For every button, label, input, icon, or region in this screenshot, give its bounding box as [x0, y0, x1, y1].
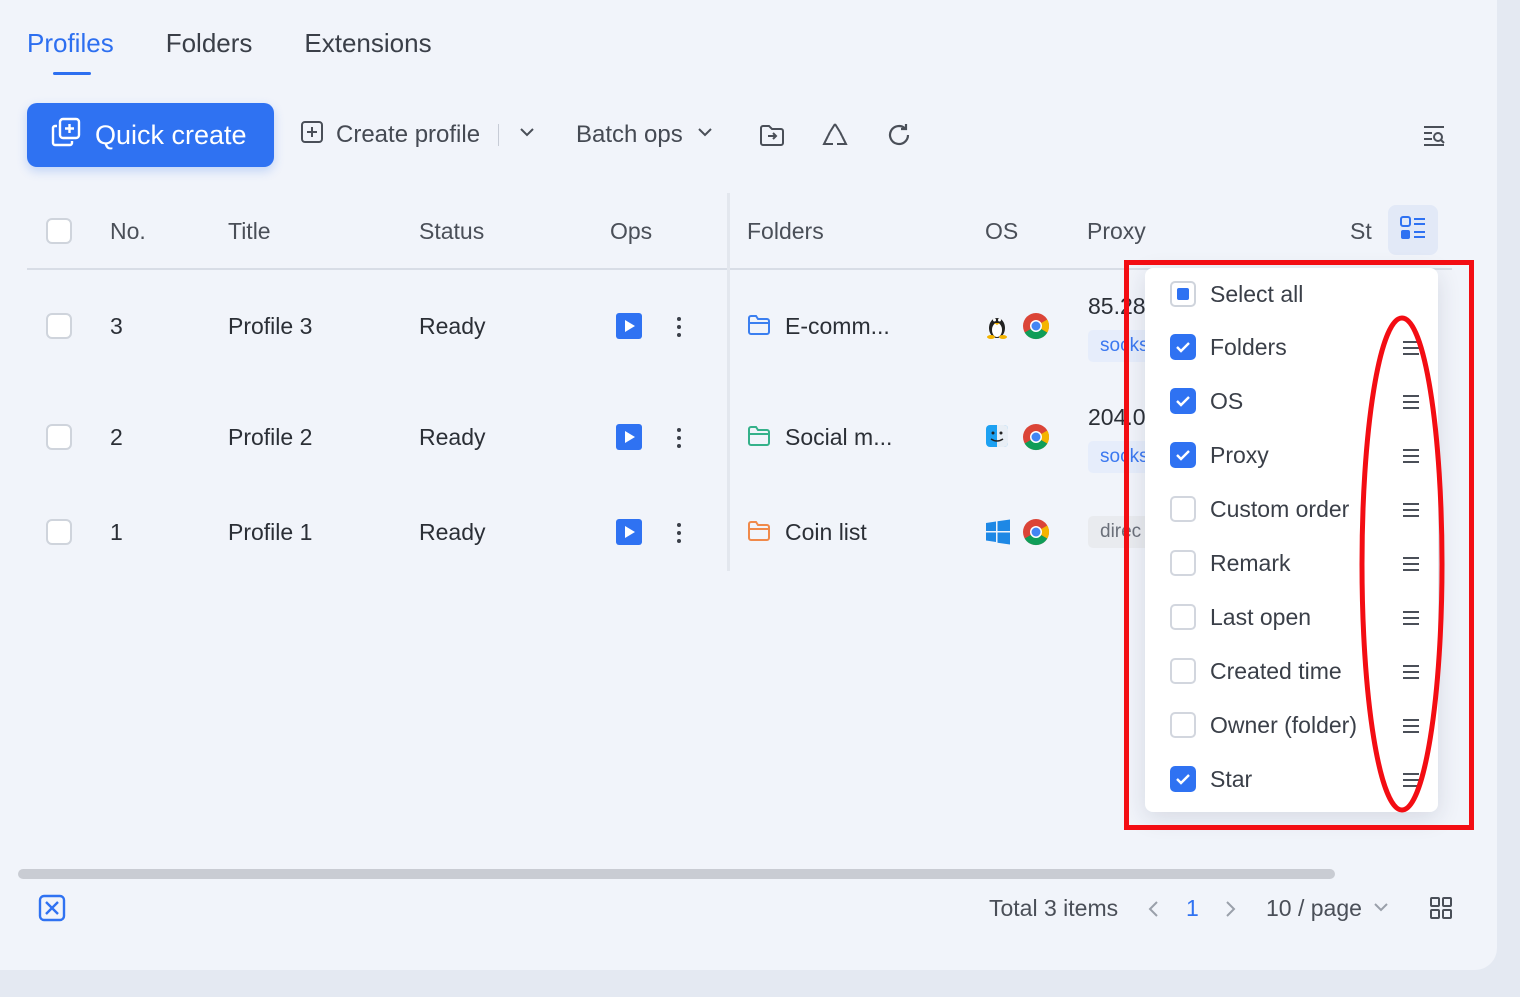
filter-search-icon[interactable] — [1417, 118, 1451, 152]
select-all-rows-checkbox[interactable] — [46, 218, 72, 244]
create-profile-label: Create profile — [336, 121, 481, 148]
chevron-right-icon[interactable] — [1222, 899, 1238, 924]
play-icon[interactable] — [616, 313, 642, 339]
column-header-os[interactable]: OS — [985, 218, 1018, 245]
column-header-folders[interactable]: Folders — [747, 218, 824, 245]
chrome-icon — [1022, 423, 1050, 456]
column-header-title[interactable]: Title — [228, 218, 271, 245]
row-no: 1 — [110, 519, 123, 545]
row-status: Ready — [419, 313, 486, 339]
column-settings-button[interactable] — [1388, 205, 1438, 255]
folder-icon — [747, 425, 771, 452]
create-profile-button[interactable]: Create profile — [300, 113, 537, 157]
horizontal-scrollbar[interactable] — [18, 869, 1335, 879]
folder-icon — [747, 520, 771, 547]
folder-icon — [747, 314, 771, 341]
more-options-icon[interactable] — [674, 317, 684, 337]
batch-ops-button[interactable]: Batch ops — [576, 113, 715, 157]
page-size-select[interactable]: 10 / page — [1266, 895, 1390, 922]
more-options-icon[interactable] — [674, 428, 684, 448]
quick-create-button[interactable]: Quick create — [27, 103, 274, 167]
column-list-icon — [1399, 214, 1427, 247]
chrome-icon — [1022, 312, 1050, 345]
row-no: 3 — [110, 313, 123, 339]
total-items: Total 3 items — [989, 895, 1119, 921]
row-title[interactable]: Profile 2 — [228, 424, 312, 451]
tab-profiles[interactable]: Profiles — [27, 28, 114, 75]
folder-move-icon[interactable] — [755, 118, 789, 152]
row-no: 2 — [110, 424, 123, 450]
row-folder[interactable]: Coin list — [785, 519, 867, 546]
row-title[interactable]: Profile 1 — [228, 519, 312, 546]
row-status: Ready — [419, 519, 486, 545]
table-header: No. Title Status Ops Folders OS Proxy St — [27, 193, 1452, 270]
linux-icon — [985, 312, 1009, 345]
row-checkbox[interactable] — [46, 424, 72, 450]
refresh-icon[interactable] — [882, 118, 916, 152]
batch-ops-label: Batch ops — [576, 121, 683, 148]
windows-icon — [985, 519, 1011, 550]
frozen-column-divider — [727, 193, 730, 571]
play-icon[interactable] — [616, 424, 642, 450]
row-folder[interactable]: E-comm... — [785, 313, 890, 340]
column-header-ops[interactable]: Ops — [610, 218, 652, 245]
chevron-down-icon — [695, 121, 715, 149]
row-checkbox[interactable] — [46, 313, 72, 339]
chevron-down-icon[interactable] — [517, 121, 537, 149]
column-header-proxy[interactable]: Proxy — [1087, 218, 1146, 245]
page-size-label: 10 / page — [1266, 895, 1362, 921]
row-folder[interactable]: Social m... — [785, 424, 892, 451]
tab-extensions[interactable]: Extensions — [304, 28, 431, 73]
row-checkbox[interactable] — [46, 519, 72, 545]
add-box-icon — [300, 120, 324, 151]
macos-finder-icon — [985, 424, 1009, 453]
grid-view-icon[interactable] — [1429, 896, 1453, 925]
quick-create-icon — [51, 117, 81, 154]
chevron-left-icon[interactable] — [1146, 899, 1162, 924]
chevron-down-icon — [1372, 895, 1390, 922]
quick-create-label: Quick create — [95, 119, 247, 150]
page-number-current[interactable]: 1 — [1186, 895, 1199, 922]
highlight-ellipse — [1359, 315, 1445, 813]
tab-folders[interactable]: Folders — [166, 28, 253, 73]
more-options-icon[interactable] — [674, 523, 684, 543]
column-header-status[interactable]: Status — [419, 218, 484, 245]
play-icon[interactable] — [616, 519, 642, 545]
column-header-no[interactable]: No. — [110, 218, 146, 245]
column-header-star[interactable]: St — [1350, 218, 1372, 245]
row-title[interactable]: Profile 3 — [228, 313, 312, 340]
split-divider — [498, 124, 500, 146]
row-status: Ready — [419, 424, 486, 450]
tab-bar: Profiles Folders Extensions — [27, 28, 432, 75]
chrome-icon — [1022, 518, 1050, 551]
close-selection-icon[interactable] — [38, 894, 66, 927]
recycle-icon[interactable] — [818, 118, 852, 152]
